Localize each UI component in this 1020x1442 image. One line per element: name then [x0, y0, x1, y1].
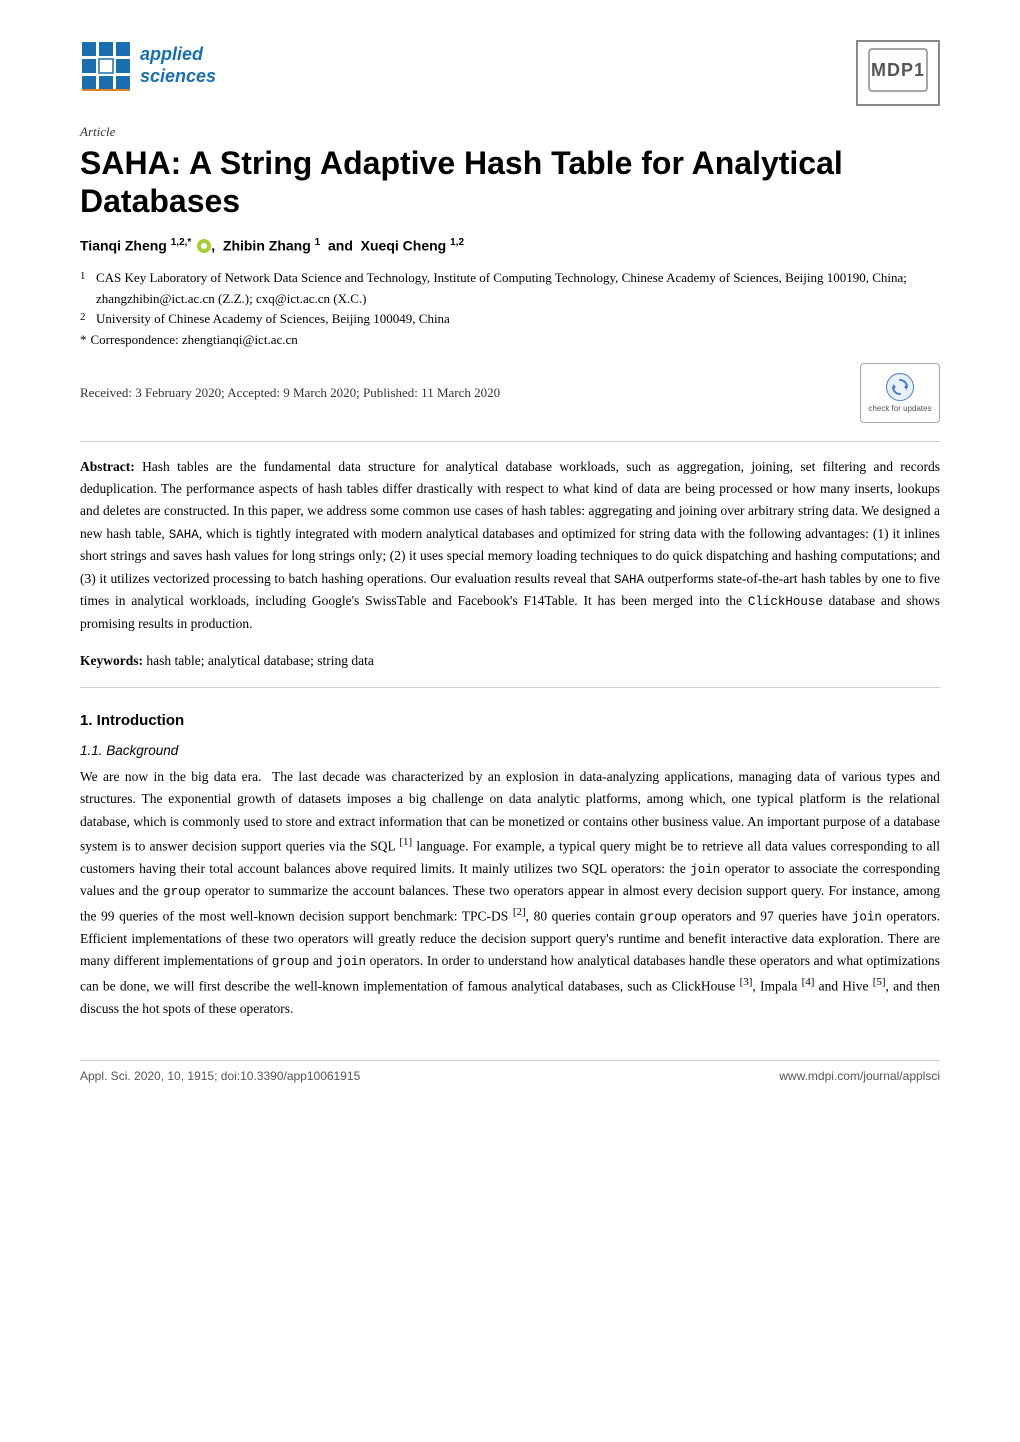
- footer-url: www.mdpi.com/journal/applsci: [779, 1069, 940, 1083]
- dates-and-badge-row: Received: 3 February 2020; Accepted: 9 M…: [80, 363, 940, 423]
- check-for-updates-label: check for updates: [868, 404, 931, 414]
- abstract-section: Abstract: Hash tables are the fundamenta…: [80, 456, 940, 635]
- keywords-section: Keywords: hash table; analytical databas…: [80, 653, 940, 669]
- journal-logo: applied sciences: [80, 40, 216, 92]
- divider-2: [80, 687, 940, 688]
- orcid-icon: [197, 239, 211, 253]
- join-code-2: join: [852, 910, 882, 924]
- journal-name-text: applied sciences: [140, 44, 216, 87]
- article-type-label: Article: [80, 124, 940, 140]
- clickhouse-code-1: ClickHouse: [748, 595, 823, 609]
- join-code-3: join: [336, 955, 366, 969]
- author-xueqi: Xueqi Cheng: [361, 237, 447, 253]
- author-tianqi-sup: 1,2,*: [171, 237, 192, 248]
- affiliation-1: 1 CAS Key Laboratory of Network Data Sci…: [80, 268, 940, 310]
- ref-1: [1]: [399, 836, 412, 848]
- author-zhibin: Zhibin Zhang: [223, 237, 311, 253]
- subsection-1-1-heading: 1.1. Background: [80, 743, 940, 758]
- page-header: applied sciences MDP1: [80, 40, 940, 106]
- keywords-label: Keywords:: [80, 653, 143, 668]
- mdpi-logo: MDP1: [856, 40, 940, 106]
- section-1-heading: 1. Introduction: [80, 712, 940, 729]
- ref-3: [3]: [740, 976, 753, 988]
- saha-code-1: SAHA: [169, 528, 199, 542]
- author-zhibin-sup: 1: [315, 237, 321, 248]
- check-updates-circle-icon: [886, 373, 914, 401]
- affiliation-2: 2 University of Chinese Academy of Scien…: [80, 309, 940, 330]
- paper-title: SAHA: A String Adaptive Hash Table for A…: [80, 144, 940, 221]
- abstract-label: Abstract:: [80, 459, 135, 474]
- svg-text:MDP1: MDP1: [871, 60, 925, 80]
- affiliation-1-text: CAS Key Laboratory of Network Data Scien…: [96, 268, 940, 310]
- keywords-values: hash table; analytical database; string …: [146, 653, 374, 668]
- group-code-2: group: [639, 910, 677, 924]
- author-tianqi: Tianqi Zheng: [80, 237, 167, 253]
- page-footer: Appl. Sci. 2020, 10, 1915; doi:10.3390/a…: [80, 1060, 940, 1083]
- authors-line: Tianqi Zheng 1,2,* , Zhibin Zhang 1 and …: [80, 237, 940, 254]
- join-code: join: [690, 863, 720, 877]
- affiliations-block: 1 CAS Key Laboratory of Network Data Sci…: [80, 268, 940, 351]
- section-1-1-paragraph: We are now in the big data era. The last…: [80, 766, 940, 1020]
- abstract-text: Abstract: Hash tables are the fundamenta…: [80, 456, 940, 635]
- journal-logo-icon: [80, 40, 132, 92]
- abstract-body: Hash tables are the fundamental data str…: [80, 459, 940, 631]
- footer-doi: Appl. Sci. 2020, 10, 1915; doi:10.3390/a…: [80, 1069, 360, 1083]
- ref-5: [5]: [873, 976, 886, 988]
- group-code-3: group: [272, 955, 310, 969]
- saha-code-2: SAHA: [614, 573, 644, 587]
- check-for-updates-badge[interactable]: check for updates: [860, 363, 940, 423]
- publication-dates: Received: 3 February 2020; Accepted: 9 M…: [80, 385, 500, 401]
- ref-4: [4]: [802, 976, 815, 988]
- correspondence-row: * Correspondence: zhengtianqi@ict.ac.cn: [80, 330, 940, 351]
- correspondence-text: Correspondence: zhengtianqi@ict.ac.cn: [91, 330, 298, 351]
- affiliation-2-text: University of Chinese Academy of Science…: [96, 309, 450, 330]
- group-code: group: [163, 885, 201, 899]
- ref-2: [2]: [513, 906, 526, 918]
- author-xueqi-sup: 1,2: [450, 237, 464, 248]
- divider-1: [80, 441, 940, 442]
